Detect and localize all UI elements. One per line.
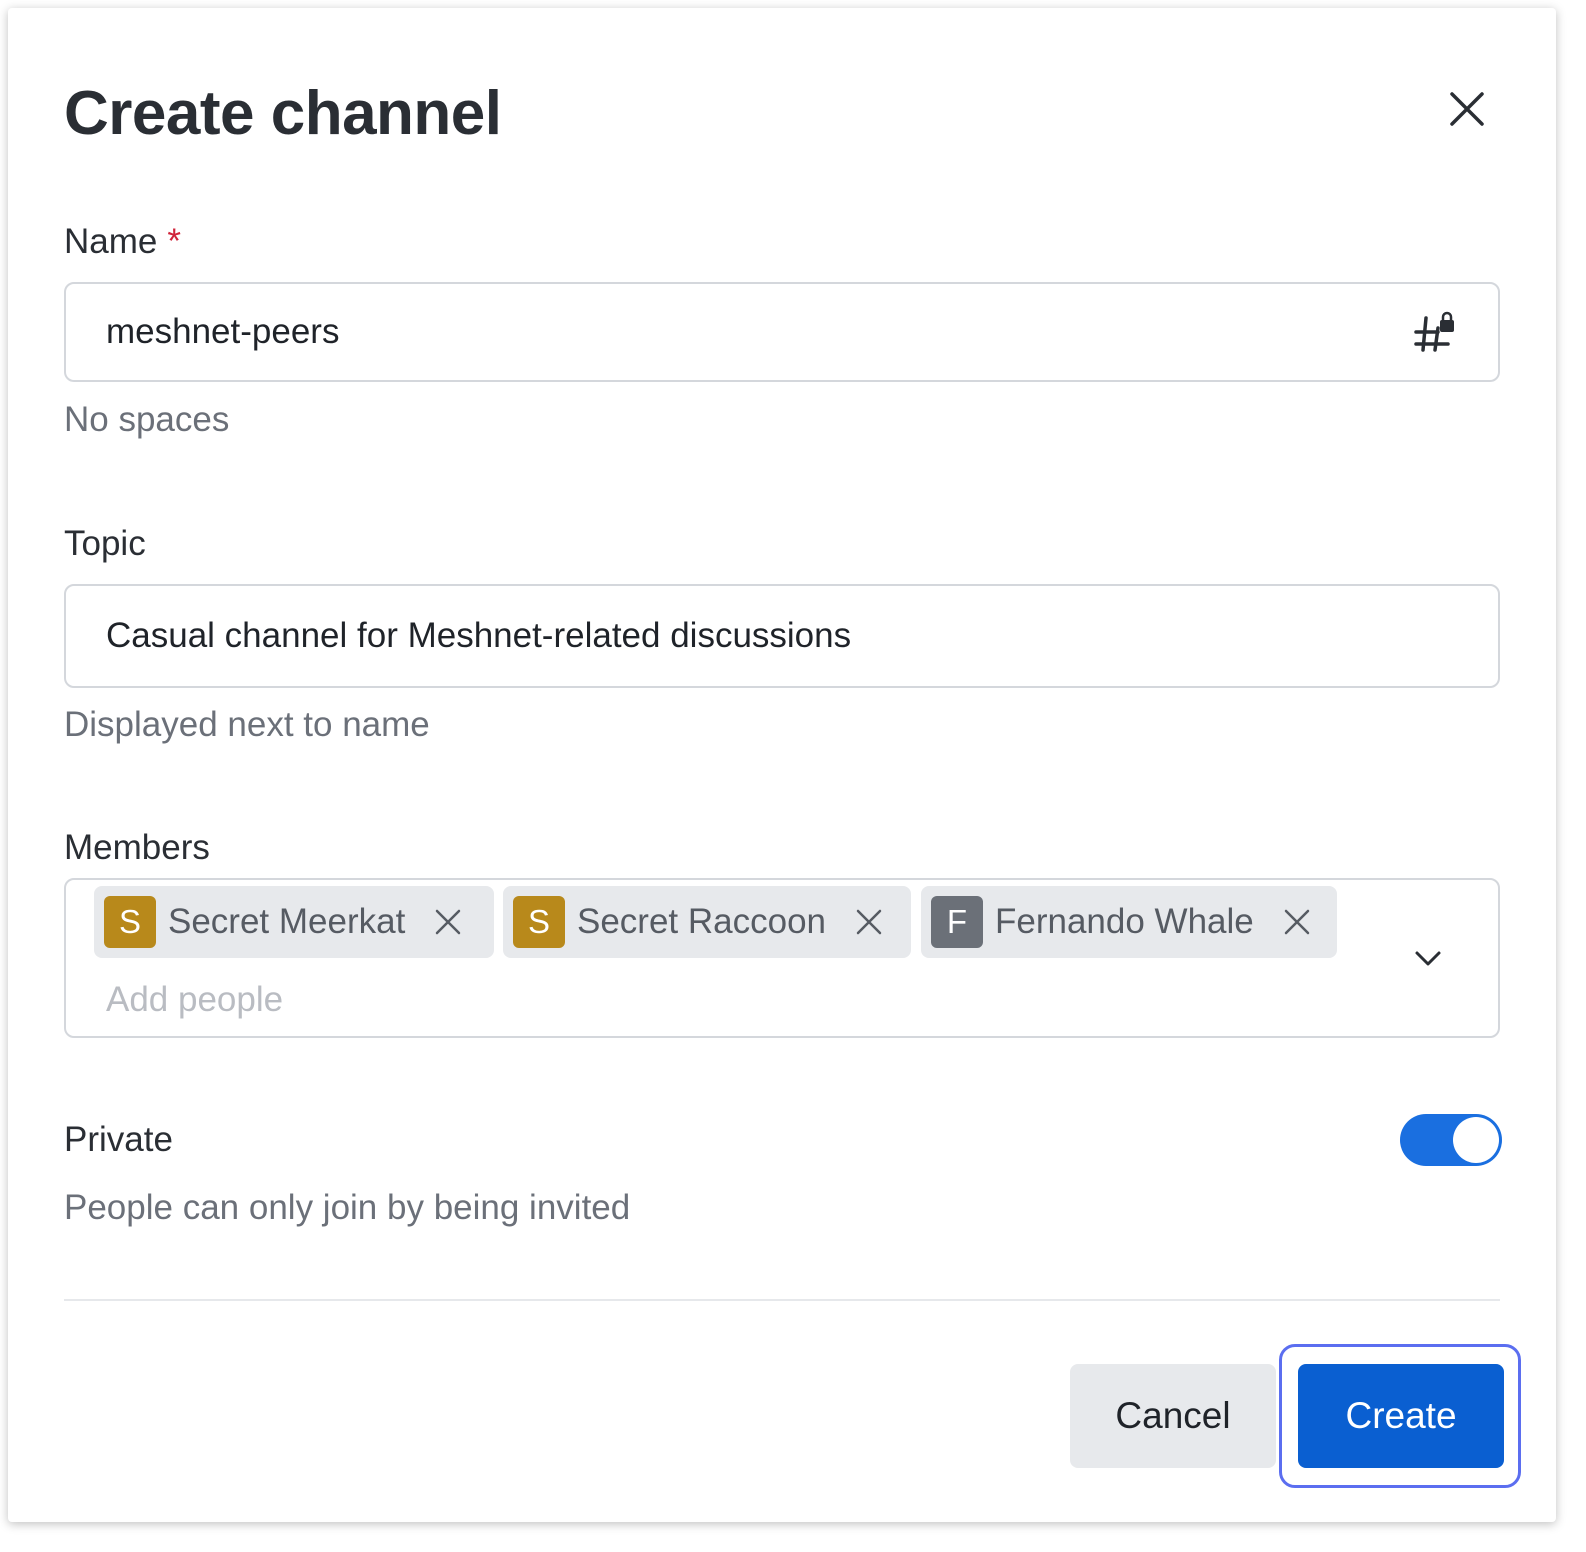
remove-member-button[interactable]: [1280, 905, 1314, 939]
name-input-value: meshnet-peers: [106, 312, 340, 351]
members-select[interactable]: S Secret Meerkat S Secret Raccoon F Fern…: [64, 878, 1500, 1038]
remove-member-button[interactable]: [852, 905, 886, 939]
name-input[interactable]: meshnet-peers: [64, 282, 1500, 382]
private-channel-icon: [1414, 311, 1454, 352]
topic-input[interactable]: Casual channel for Meshnet-related discu…: [64, 584, 1500, 688]
members-label: Members: [64, 828, 210, 867]
topic-hint: Displayed next to name: [64, 705, 430, 744]
member-chip-name: Secret Raccoon: [577, 902, 827, 941]
footer-divider: [64, 1299, 1500, 1301]
private-description: People can only join by being invited: [64, 1188, 631, 1227]
name-label-text: Name: [64, 222, 158, 261]
add-people-input[interactable]: [106, 980, 706, 1020]
topic-label: Topic: [64, 524, 146, 563]
dialog-title: Create channel: [64, 79, 502, 148]
member-chip: S Secret Meerkat: [94, 886, 494, 958]
close-icon: [1450, 92, 1484, 126]
member-chip-name: Secret Meerkat: [168, 902, 406, 941]
create-channel-dialog: Create channel Name * meshnet-peers No sp…: [8, 8, 1556, 1522]
cancel-button[interactable]: Cancel: [1070, 1364, 1276, 1468]
close-icon: [1284, 909, 1310, 935]
member-chip: F Fernando Whale: [921, 886, 1337, 958]
private-label: Private: [64, 1120, 173, 1159]
topic-input-value: Casual channel for Meshnet-related discu…: [106, 616, 852, 655]
name-hint: No spaces: [64, 400, 230, 439]
toggle-knob: [1453, 1117, 1499, 1163]
avatar: F: [931, 896, 983, 948]
close-icon: [436, 909, 461, 935]
member-chip: S Secret Raccoon: [503, 886, 911, 958]
chevron-down-icon[interactable]: [1412, 942, 1444, 974]
avatar: S: [104, 896, 156, 948]
private-toggle[interactable]: [1400, 1114, 1502, 1166]
avatar: S: [513, 896, 565, 948]
remove-member-button[interactable]: [431, 905, 465, 939]
required-marker: *: [167, 222, 181, 261]
name-label: Name *: [64, 222, 181, 262]
member-chip-name: Fernando Whale: [995, 902, 1254, 941]
close-button[interactable]: [1436, 78, 1498, 140]
close-icon: [856, 909, 882, 935]
create-button[interactable]: Create: [1298, 1364, 1504, 1468]
